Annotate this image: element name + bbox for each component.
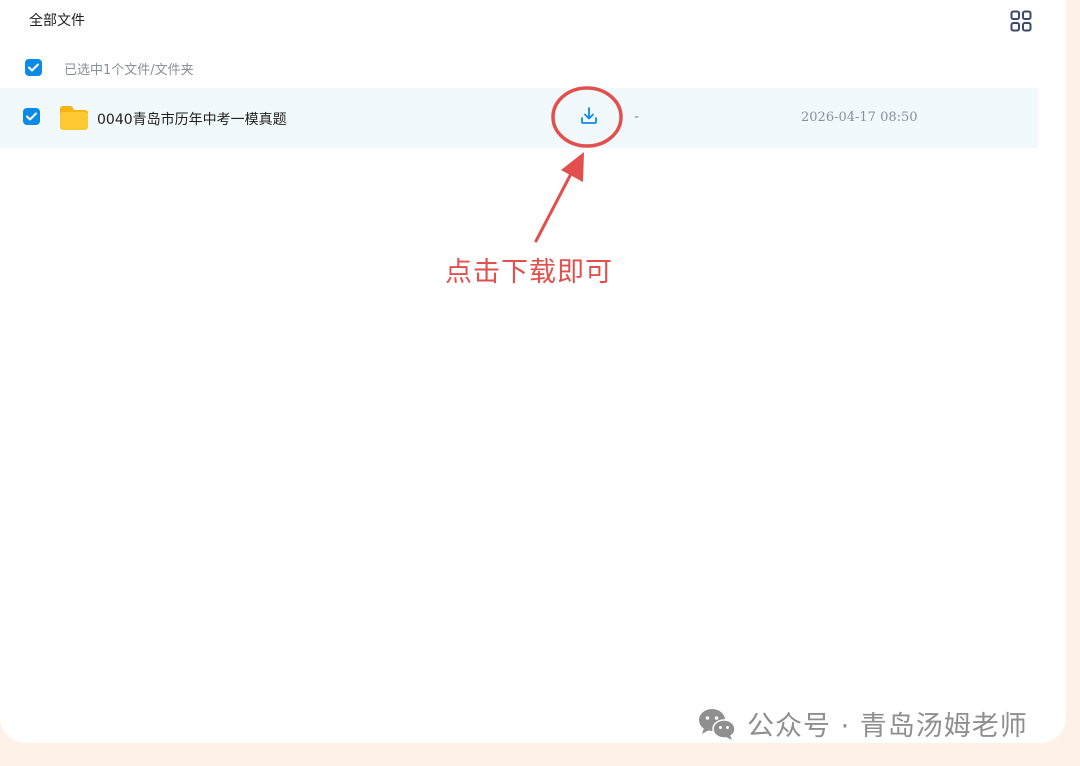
download-icon [581,107,597,124]
check-icon [28,63,39,72]
watermark-text: 公众号 · 青岛汤姆老师 [747,711,1028,742]
row-checkbox[interactable] [23,108,40,125]
select-all-checkbox[interactable] [25,59,42,76]
grid-view-toggle[interactable] [1010,10,1032,32]
watermark: 公众号 · 青岛汤姆老师 [697,704,1028,743]
grid-view-icon [1010,10,1032,32]
file-modified-date: 2026-04-17 08:50 [801,110,918,125]
download-button[interactable] [578,105,600,127]
selection-count-label: 已选中1个文件/文件夹 [64,63,194,78]
file-list-panel: 全部文件 已选中1个文件/文件夹 0040青岛市历年中考一模真题 - 2026-… [0,0,1066,743]
wechat-icon [699,708,736,740]
annotation-label: 点击下载即可 [445,257,613,288]
page-title: 全部文件 [29,13,85,29]
check-icon [26,112,37,121]
file-row[interactable]: 0040青岛市历年中考一模真题 - 2026-04-17 08:50 [0,88,1038,148]
folder-icon [58,105,90,131]
file-name[interactable]: 0040青岛市历年中考一模真题 [97,109,287,129]
file-size: - [634,109,640,125]
